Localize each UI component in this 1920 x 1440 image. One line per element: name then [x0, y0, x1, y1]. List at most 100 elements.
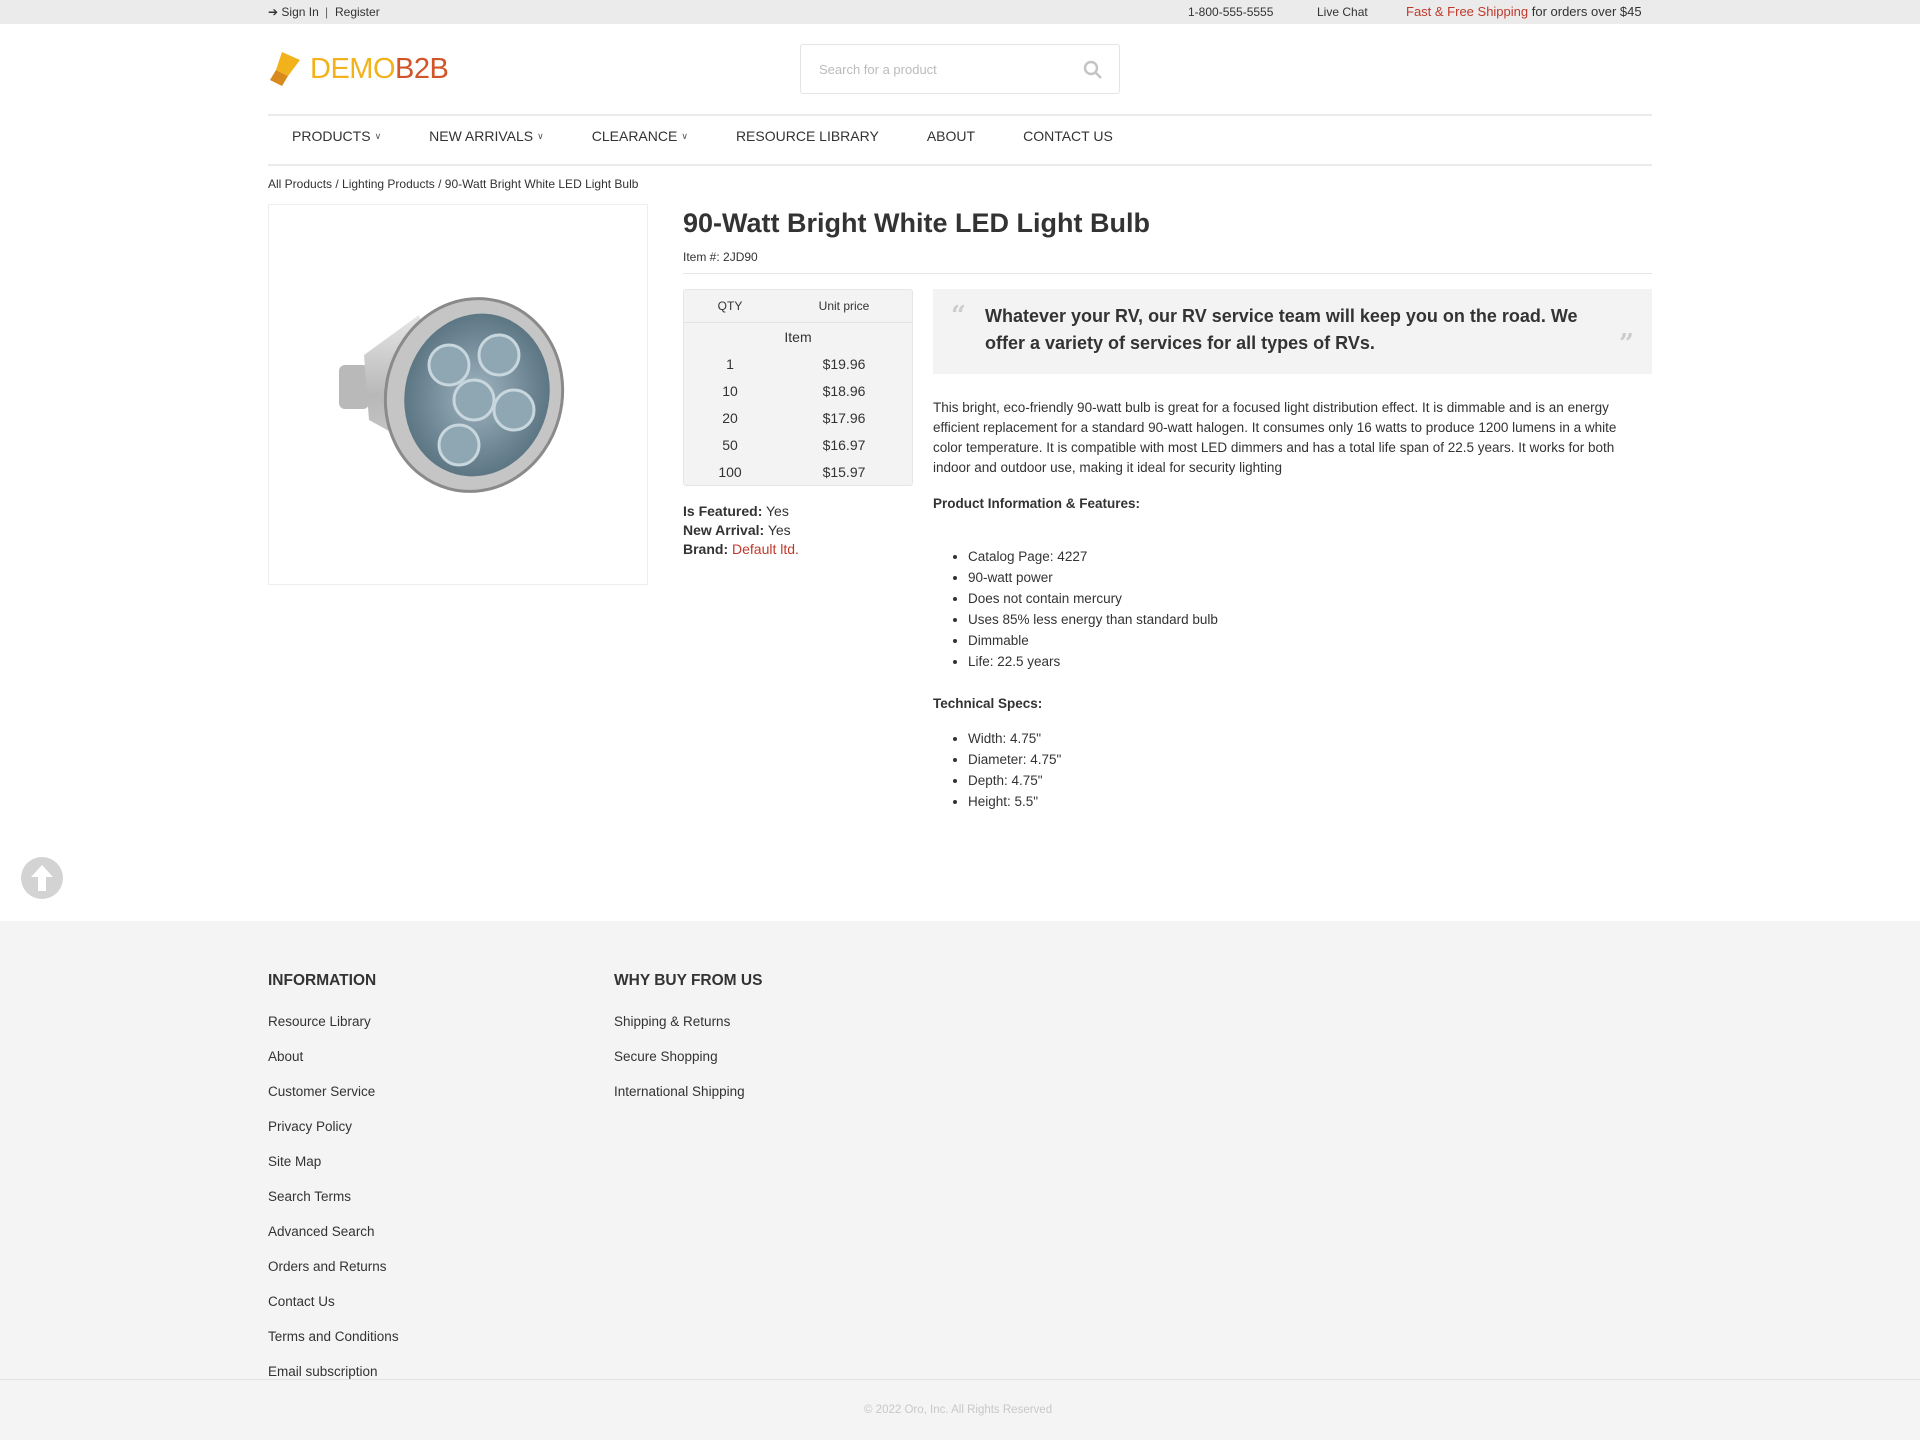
quote-text: Whatever your RV, our RV service team wi…	[985, 306, 1578, 353]
footer-why-buy: WHY BUY FROM US Shipping & Returns Secure…	[614, 972, 762, 1109]
footer-link[interactable]: Resource Library	[268, 1004, 399, 1039]
description-text: This bright, eco-friendly 90-watt bulb i…	[933, 400, 1617, 475]
live-chat-link[interactable]: Live Chat	[1317, 5, 1368, 19]
phone-number: 1-800-555-5555	[1188, 5, 1274, 19]
footer-link[interactable]: International Shipping	[614, 1074, 762, 1109]
price-table-header: QTY Unit price	[684, 290, 912, 323]
nav-item-label: RESOURCE LIBRARY	[735, 128, 879, 144]
price-cell: $16.97	[822, 436, 866, 453]
nav-item-about[interactable]: ABOUT	[927, 128, 975, 144]
footer-information-title: INFORMATION	[268, 972, 377, 989]
footer-link[interactable]: Terms and Conditions	[268, 1319, 399, 1354]
shipping-link[interactable]: Fast & Free Shipping	[1406, 4, 1528, 19]
search-box	[800, 44, 1120, 94]
search-icon[interactable]	[1083, 60, 1103, 80]
sign-in-link[interactable]: ➔ Sign In	[268, 5, 319, 19]
specs-list: Width: 4.75"Diameter: 4.75"Depth: 4.75"H…	[933, 728, 1643, 812]
chevron-down-icon: ∨	[681, 130, 688, 141]
footer-link[interactable]: Advanced Search	[268, 1214, 399, 1249]
price-cell: $19.96	[822, 355, 866, 372]
footer-link[interactable]: Email subscription	[268, 1354, 399, 1389]
footer: INFORMATION Resource Library About Custome…	[0, 921, 1920, 1440]
price-cell: $18.96	[822, 382, 866, 399]
main-nav: PRODUCTS ∨ NEW ARRIVALS ∨ CLEARANCE ∨ RESOURCE…	[268, 128, 1137, 144]
footer-link[interactable]: Secure Shopping	[614, 1039, 762, 1074]
new-arrival-label: New Arrival:	[683, 522, 765, 538]
product-image[interactable]	[268, 204, 648, 585]
brand-link[interactable]: Default ltd.	[732, 541, 799, 557]
logo-icon	[270, 52, 300, 86]
unit-price-header: Unit price	[818, 299, 870, 313]
arrow-up-icon	[31, 865, 53, 891]
footer-information: INFORMATION Resource Library About Custome…	[268, 972, 399, 1389]
breadcrumb-all-products[interactable]: All Products	[268, 177, 332, 191]
nav-item-products[interactable]: PRODUCTS ∨	[292, 128, 381, 144]
product-meta: Is Featured: Yes New Arrival: Yes Brand:…	[683, 502, 799, 559]
qty-cell: 100	[718, 463, 742, 480]
register-link[interactable]: Register	[335, 5, 380, 19]
spec-item: Height: 5.5"	[968, 791, 1643, 812]
top-bar: ➔ Sign In | Register 1-800-555-5555 Live…	[0, 0, 1920, 24]
nav-item-label: ABOUT	[926, 128, 976, 144]
nav-item-label: PRODUCTS	[292, 128, 371, 144]
footer-link[interactable]: Shipping & Returns	[614, 1004, 762, 1039]
nav-item-label: CONTACT US	[1023, 128, 1113, 144]
nav-item-label: NEW ARRIVALS	[429, 128, 534, 144]
quote-block: “ Whatever your RV, our RV service team …	[933, 289, 1652, 374]
spec-item: Width: 4.75"	[968, 728, 1643, 749]
header-divider	[268, 114, 1652, 116]
feature-item: Does not contain mercury	[968, 588, 1643, 609]
nav-item-label: CLEARANCE	[591, 128, 678, 144]
features-list: Catalog Page: 422790-watt powerDoes not …	[933, 546, 1643, 672]
nav-item-clearance[interactable]: CLEARANCE ∨	[592, 128, 688, 144]
separator: |	[325, 5, 329, 19]
spec-item: Depth: 4.75"	[968, 770, 1643, 791]
feature-item: Catalog Page: 4227	[968, 546, 1643, 567]
footer-link[interactable]: About	[268, 1039, 399, 1074]
specs-title: Technical Specs:	[933, 696, 1043, 711]
qty-cell: 10	[722, 382, 738, 399]
featured-value: Yes	[762, 503, 789, 519]
back-to-top-button[interactable]	[21, 857, 63, 899]
footer-divider	[0, 1379, 1920, 1380]
qty-cell: 20	[722, 409, 738, 426]
breadcrumb-current: 90-Watt Bright White LED Light Bulb	[444, 177, 639, 191]
open-quote-icon: “	[951, 301, 966, 331]
nav-item-new-arrivals[interactable]: NEW ARRIVALS ∨	[429, 128, 544, 144]
led-bulb-image	[339, 297, 565, 493]
qty-cell: 1	[726, 355, 734, 372]
price-row: 50 $16.97	[684, 431, 912, 458]
chevron-down-icon: ∨	[374, 130, 382, 141]
nav-item-contact-us[interactable]: CONTACT US	[1023, 128, 1113, 144]
price-cell: $17.96	[822, 409, 866, 426]
product-title: 90-Watt Bright White LED Light Bulb	[683, 208, 1150, 238]
footer-link[interactable]: Search Terms	[268, 1179, 399, 1214]
footer-link[interactable]: Contact Us	[268, 1284, 399, 1319]
price-row: 1 $19.96	[684, 350, 912, 377]
price-cell: $15.97	[822, 463, 866, 480]
price-row: 10 $18.96	[684, 377, 912, 404]
footer-why-title: WHY BUY FROM US	[614, 972, 763, 989]
breadcrumb-lighting-products[interactable]: Lighting Products	[342, 177, 435, 191]
nav-item-resource-library[interactable]: RESOURCE LIBRARY	[736, 128, 879, 144]
logo[interactable]: DEMO B2B	[268, 50, 449, 88]
shipping-promo: Fast & Free Shipping for orders over $45	[1406, 4, 1642, 19]
feature-item: 90-watt power	[968, 567, 1643, 588]
item-number: Item #: 2JD90	[683, 250, 758, 264]
footer-link[interactable]: Privacy Policy	[268, 1109, 399, 1144]
feature-item: Dimmable	[968, 630, 1643, 651]
product-description: This bright, eco-friendly 90-watt bulb i…	[933, 398, 1643, 812]
qty-header: QTY	[717, 299, 743, 313]
feature-item: Life: 22.5 years	[968, 651, 1643, 672]
footer-link[interactable]: Customer Service	[268, 1074, 399, 1109]
footer-link[interactable]: Site Map	[268, 1144, 399, 1179]
title-divider	[683, 273, 1652, 274]
spec-item: Diameter: 4.75"	[968, 749, 1643, 770]
footer-link[interactable]: Orders and Returns	[268, 1249, 399, 1284]
close-quote-icon: ”	[1619, 329, 1634, 359]
search-input[interactable]	[801, 45, 1061, 93]
price-row: 100 $15.97	[684, 458, 912, 485]
brand-label: Brand:	[683, 541, 729, 557]
qty-cell: 50	[722, 436, 738, 453]
new-arrival-value: Yes	[764, 522, 791, 538]
